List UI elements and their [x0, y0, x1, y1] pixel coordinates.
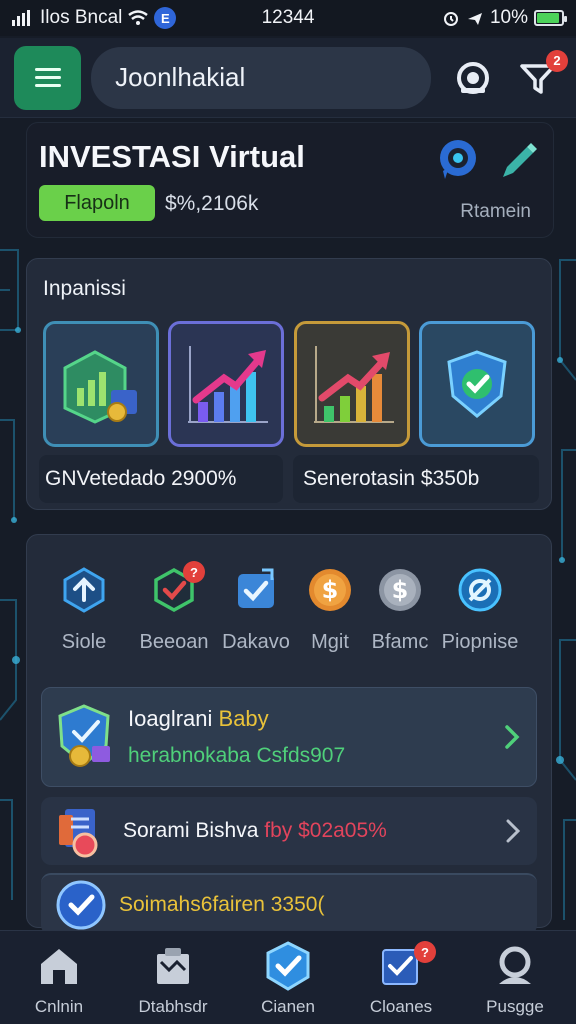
investment-tile[interactable] — [294, 321, 410, 447]
chevron-right-icon — [506, 819, 521, 843]
search-input[interactable]: Joonlhakial — [91, 46, 432, 109]
bottom-navigation: Cnlnin Dtabhsdr Cianen ? Cloanes Pusgge — [0, 930, 576, 1024]
list-item-subtitle: herabnokaba Csfds907 — [128, 744, 346, 767]
check-box-icon — [238, 568, 274, 608]
camera-button[interactable] — [449, 54, 496, 102]
shield-coin-icon — [58, 704, 110, 767]
list-item-title: Soimahs6fairen 3350( — [119, 893, 325, 916]
investment-caption: GNVetedado 2900% — [39, 455, 283, 503]
chat-icon[interactable] — [435, 137, 481, 183]
alarm-icon — [443, 12, 458, 26]
nav-label: Cianen — [261, 997, 315, 1016]
report-coin-icon — [59, 809, 98, 858]
nav-item-center[interactable]: Cianen — [233, 941, 343, 1017]
growth-chart-icon — [314, 346, 394, 423]
silver-dollar-icon: $ — [379, 569, 421, 611]
pen-icon[interactable] — [495, 137, 541, 183]
notification-badge: ? — [414, 941, 436, 963]
carrier-name: Ilos Bncal — [40, 7, 123, 28]
investment-tile[interactable] — [43, 321, 159, 447]
battery-percent: 10% — [489, 7, 528, 28]
quick-action[interactable] — [231, 565, 281, 615]
quick-action-label: Siole — [61, 631, 107, 653]
quick-action-label: Bfamc — [371, 631, 429, 653]
investment-panel: Inpanissi GNVetedado 2900% Senerotasin $… — [26, 258, 552, 510]
notification-badge: 2 — [546, 49, 569, 72]
signal-icon — [12, 10, 30, 26]
upload-icon — [63, 567, 105, 613]
quick-action[interactable] — [59, 565, 109, 615]
nav-item-tasks[interactable]: ? Cloanes — [346, 941, 456, 1017]
wifi-icon — [128, 10, 149, 25]
portfolio-icon — [157, 948, 189, 984]
nav-item-home[interactable]: Cnlnin — [4, 941, 114, 1017]
nav-label: Cnlnin — [34, 997, 84, 1016]
building-chart-icon — [63, 350, 137, 424]
shield-check-icon — [447, 350, 507, 418]
dollar-coin-icon: $ — [309, 569, 351, 611]
growth-chart-icon — [188, 346, 268, 423]
search-value: Joonlhakial — [115, 62, 246, 92]
quick-action[interactable] — [455, 565, 505, 615]
investment-caption: Senerotasin $350b — [293, 455, 539, 503]
quick-actions-panel: ? $ $ Siole Beeoan Dakavo Mgit Bfamc Pio… — [26, 534, 552, 935]
camera-icon — [456, 61, 489, 94]
battery-icon — [534, 10, 567, 26]
list-item-highlight: fby $02a05% — [264, 819, 387, 842]
quick-action-label: Piopnise — [441, 631, 519, 653]
nav-label: Dtabhsdr — [138, 997, 208, 1016]
status-bar: Ilos Bncal E 12344 10% — [0, 0, 576, 36]
list-item[interactable]: Soimahs6fairen 3350( — [41, 873, 537, 935]
nav-label: Pusgge — [486, 997, 544, 1016]
page-title: INVESTASI Virtual — [39, 139, 305, 174]
status-pill[interactable]: Flapoln — [39, 185, 155, 221]
airplane-icon — [467, 13, 482, 25]
shield-check-icon — [266, 941, 310, 991]
quick-action[interactable]: $ — [375, 565, 425, 615]
quick-action[interactable]: ? — [149, 561, 205, 615]
portfolio-summary-card: INVESTASI Virtual Flapoln $%,2106k Rtame… — [26, 122, 554, 238]
return-link[interactable]: Rtamein — [460, 201, 531, 223]
profile-icon — [499, 946, 531, 984]
menu-button[interactable] — [14, 45, 82, 110]
quick-action-label: Beeoan — [139, 631, 209, 653]
nav-label: Cloanes — [369, 997, 433, 1016]
list-item-title: Ioaglrani — [128, 706, 213, 731]
network-badge: E — [154, 7, 177, 29]
filter-button[interactable]: 2 — [515, 49, 569, 102]
investment-tile[interactable] — [419, 321, 535, 447]
check-circle-icon — [56, 880, 106, 930]
quick-action[interactable]: $ — [305, 565, 355, 615]
list-item[interactable]: Sorami Bishva fby $02a05% — [41, 797, 537, 865]
home-icon — [41, 949, 77, 984]
list-item[interactable]: Ioaglrani Baby herabnokaba Csfds907 — [41, 687, 537, 787]
nav-item-profile[interactable]: Pusgge — [460, 941, 570, 1017]
section-label: Inpanissi — [43, 277, 126, 300]
app-header: Joonlhakial 2 — [0, 38, 576, 118]
investment-tile[interactable] — [168, 321, 284, 447]
settings-ring-icon — [458, 568, 502, 612]
chevron-right-icon — [505, 725, 520, 749]
list-item-highlight: Baby — [218, 706, 269, 731]
list-item-title: Sorami Bishva — [123, 819, 259, 842]
svg-text:$: $ — [322, 576, 339, 604]
portfolio-value: $%,2106k — [165, 192, 259, 215]
nav-item-portfolio[interactable]: Dtabhsdr — [118, 941, 228, 1017]
clock: 12344 — [261, 7, 315, 28]
svg-text:$: $ — [392, 576, 409, 604]
notification-badge: ? — [183, 561, 205, 583]
